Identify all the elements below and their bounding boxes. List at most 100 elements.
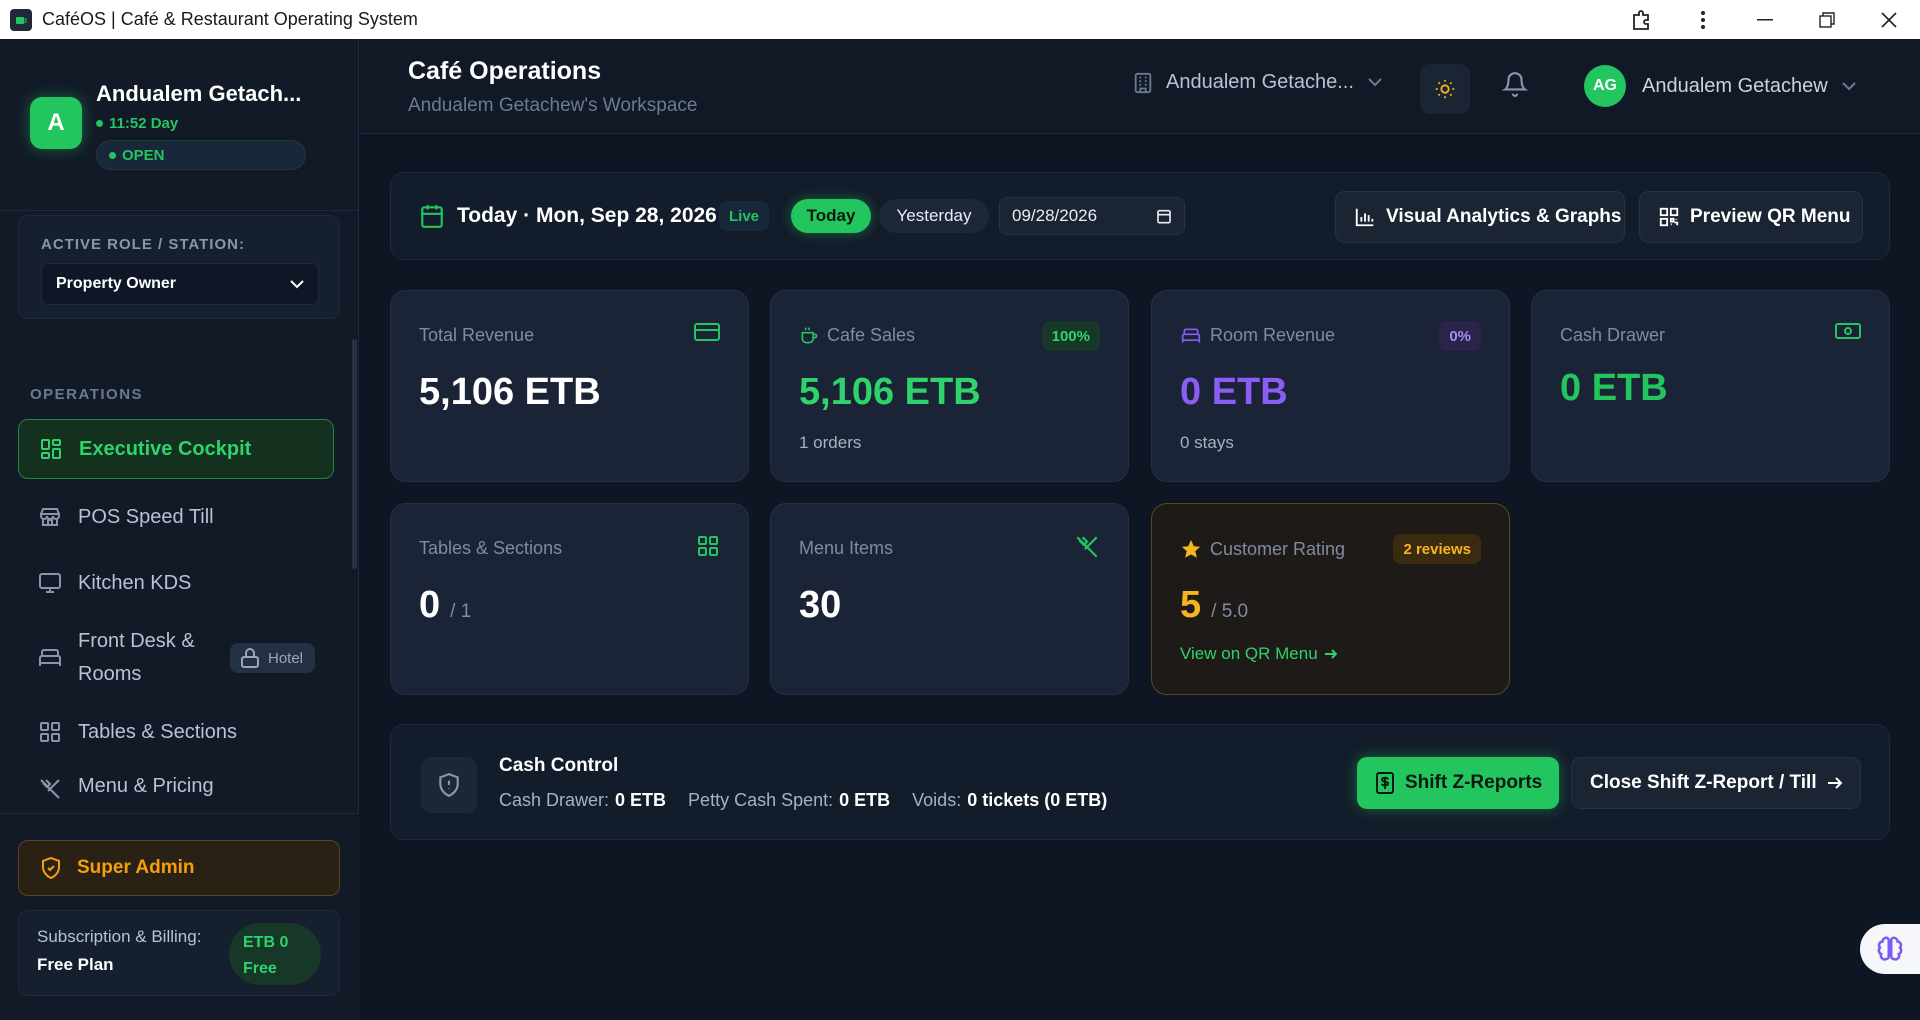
qr-code-icon xyxy=(1658,206,1680,228)
shift-z-reports-label: Shift Z-Reports xyxy=(1405,772,1543,793)
user-avatar: AG xyxy=(1584,65,1626,107)
bed-icon xyxy=(1180,326,1202,346)
sidebar-bottom: Super Admin Subscription & Billing: Free… xyxy=(0,813,359,1020)
cash-control-bar: Cash Control Cash Drawer: 0 ETB Petty Cas… xyxy=(390,724,1890,840)
user-menu[interactable]: AG Andualem Getachew xyxy=(1584,65,1856,107)
sidebar-item-front-desk-rooms[interactable]: Front Desk & Rooms Hotel xyxy=(18,619,334,697)
preview-qr-menu-button[interactable]: Preview QR Menu xyxy=(1639,191,1863,243)
date-bar: Today · Mon, Sep 28, 2026 Live Today Yes… xyxy=(390,172,1890,260)
bell-icon xyxy=(1502,72,1528,97)
workspace-selector[interactable]: Andualem Getache... xyxy=(1132,71,1382,94)
cafe-sales-card: Cafe Sales 100% 5,106 ETB 1 orders xyxy=(770,290,1129,482)
card-label: Cafe Sales xyxy=(799,325,915,346)
subscription-tier: Free xyxy=(243,960,277,977)
date-picker-input[interactable]: 09/28/2026 xyxy=(999,197,1185,235)
coffee-cup-icon xyxy=(799,326,819,346)
window-titlebar: CaféOS | Café & Restaurant Operating Sys… xyxy=(0,0,1920,39)
card-value: 5,106 ETB xyxy=(419,371,601,413)
notifications-button[interactable] xyxy=(1502,71,1528,97)
card-value: 5,106 ETB xyxy=(799,371,981,413)
open-status-text: OPEN xyxy=(122,146,165,164)
sidebar-item-kitchen-kds[interactable]: Kitchen KDS xyxy=(18,555,334,611)
page-title: Café Operations xyxy=(408,57,602,85)
visual-analytics-button[interactable]: Visual Analytics & Graphs xyxy=(1335,191,1625,243)
tables-count: 0 xyxy=(419,584,441,626)
petty-cash-value: 0 ETB xyxy=(839,790,891,810)
subscription-price-badge: ETB 0 Free xyxy=(229,923,321,985)
reviews-count-badge: 2 reviews xyxy=(1393,534,1481,564)
credit-card-icon xyxy=(694,323,720,341)
lock-icon xyxy=(241,648,259,668)
minimize-icon[interactable] xyxy=(1734,0,1796,39)
user-name: Andualem Getachew xyxy=(1642,74,1828,97)
brand-block: A Andualem Getach... 11:52 Day OPEN xyxy=(30,67,306,170)
bar-chart-icon xyxy=(1354,206,1376,228)
role-select[interactable]: Property Owner xyxy=(41,263,319,305)
window-title: CaféOS | Café & Restaurant Operating Sys… xyxy=(42,9,418,29)
calendar-picker-icon[interactable] xyxy=(1156,208,1172,224)
card-label-text: Customer Rating xyxy=(1210,538,1346,559)
sidebar-item-executive-cockpit[interactable]: Executive Cockpit xyxy=(18,419,334,479)
view-on-qr-menu-text: View on QR Menu xyxy=(1180,644,1318,663)
close-shift-label: Close Shift Z-Report / Till xyxy=(1590,772,1817,793)
close-window-icon[interactable] xyxy=(1858,0,1920,39)
rating-max: / 5.0 xyxy=(1211,601,1249,622)
card-label: Tables & Sections xyxy=(419,538,563,558)
shield-icon xyxy=(421,757,477,813)
preview-qr-menu-label: Preview QR Menu xyxy=(1690,206,1851,227)
role-select-value: Property Owner xyxy=(56,275,177,292)
card-subtext: 0 stays xyxy=(1180,433,1234,452)
card-value: 30 xyxy=(799,584,842,626)
live-badge: Live xyxy=(719,201,770,231)
card-subtext: 1 orders xyxy=(799,433,862,452)
theme-toggle-button[interactable] xyxy=(1420,64,1470,114)
brand-name: Andualem Getach... xyxy=(96,81,302,106)
receipt-icon xyxy=(1375,772,1395,794)
utensils-icon xyxy=(1076,536,1098,558)
role-label: ACTIVE ROLE / STATION: xyxy=(41,236,245,253)
store-icon xyxy=(36,503,64,531)
current-date: Today · Mon, Sep 28, 2026 xyxy=(457,204,717,227)
workspace-name: Andualem Getache... xyxy=(1166,71,1354,93)
hotel-badge-text: Hotel xyxy=(268,649,304,667)
date-input-value: 09/28/2026 xyxy=(1012,206,1098,225)
yesterday-button[interactable]: Yesterday xyxy=(879,199,989,233)
card-label: Room Revenue xyxy=(1180,325,1335,346)
hotel-lock-badge: Hotel xyxy=(230,643,316,673)
open-status-badge: OPEN xyxy=(96,140,306,170)
sidebar: A Andualem Getach... 11:52 Day OPEN ACTI… xyxy=(0,39,359,1020)
super-admin-button[interactable]: Super Admin xyxy=(18,840,340,896)
tables-sections-card: Tables & Sections 0 / 1 xyxy=(390,503,749,695)
sidebar-scrollbar[interactable] xyxy=(352,339,357,569)
more-menu-icon[interactable] xyxy=(1672,0,1734,39)
close-shift-button[interactable]: Close Shift Z-Report / Till xyxy=(1571,757,1861,809)
room-revenue-percent-badge: 0% xyxy=(1439,321,1481,351)
today-button[interactable]: Today xyxy=(791,199,871,233)
extensions-icon[interactable] xyxy=(1610,0,1672,39)
sidebar-item-label: Executive Cockpit xyxy=(79,437,252,460)
cash-control-title: Cash Control xyxy=(499,755,619,776)
subscription-price: ETB 0 xyxy=(243,934,289,951)
star-icon xyxy=(1180,538,1202,560)
app-icon xyxy=(10,8,32,31)
menu-items-card: Menu Items 30 xyxy=(770,503,1129,695)
sidebar-item-tables-sections[interactable]: Tables & Sections xyxy=(18,704,334,760)
view-on-qr-menu-link[interactable]: View on QR Menu xyxy=(1180,644,1338,664)
voids-label: Voids: xyxy=(912,790,962,810)
ai-assistant-button[interactable] xyxy=(1860,924,1920,974)
arrow-right-icon xyxy=(1827,777,1843,789)
voids-value: 0 tickets (0 ETB) xyxy=(967,790,1108,810)
cafe-sales-percent-badge: 100% xyxy=(1041,321,1100,351)
top-header: Café Operations Andualem Getachew's Work… xyxy=(360,39,1920,134)
sidebar-item-menu-pricing[interactable]: Menu & Pricing xyxy=(18,767,334,807)
grid-icon xyxy=(698,536,718,556)
utensils-icon xyxy=(36,775,64,803)
sidebar-divider xyxy=(0,210,359,211)
sidebar-item-pos-speed-till[interactable]: POS Speed Till xyxy=(18,489,334,545)
restore-icon[interactable] xyxy=(1796,0,1858,39)
monitor-icon xyxy=(36,569,64,597)
sidebar-item-label: Kitchen KDS xyxy=(78,571,192,594)
shield-icon xyxy=(39,856,63,880)
subscription-card[interactable]: Subscription & Billing: Free Plan ETB 0 … xyxy=(18,910,340,996)
shift-z-reports-button[interactable]: Shift Z-Reports xyxy=(1357,757,1559,809)
